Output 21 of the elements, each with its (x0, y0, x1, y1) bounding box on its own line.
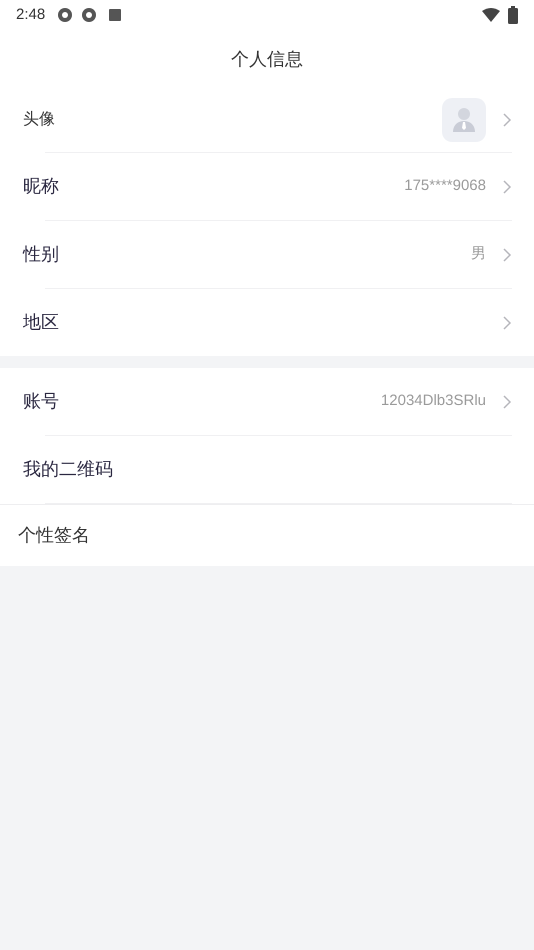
person-icon (452, 107, 476, 133)
row-label: 昵称 (23, 175, 59, 198)
battery-icon (508, 6, 518, 24)
page-title: 个人信息 (231, 48, 303, 70)
settings-row[interactable]: 我的二维码 (0, 436, 534, 503)
row-value: 12034Dlb3SRlu (380, 391, 486, 412)
row-value: 175****9068 (404, 176, 486, 196)
row-label: 账号 (23, 390, 59, 413)
wifi-icon (482, 8, 500, 22)
row-label[interactable]: 个性签名 (18, 522, 90, 549)
row-value: 男 (471, 244, 486, 264)
status-time: 2:48 (16, 4, 46, 25)
row-label: 性别 (23, 243, 59, 266)
settings-row[interactable]: 地区 (0, 289, 534, 356)
settings-row[interactable]: 账号 12034Dlb3SRlu (0, 368, 534, 435)
settings-row[interactable]: 昵称 175****9068 (0, 153, 534, 220)
settings-row[interactable]: 性别 男 (0, 221, 534, 288)
settings-row[interactable]: 头像 (0, 88, 534, 152)
row-label: 我的二维码 (23, 458, 113, 481)
row-label: 地区 (23, 311, 59, 334)
row-label: 头像 (23, 110, 55, 130)
